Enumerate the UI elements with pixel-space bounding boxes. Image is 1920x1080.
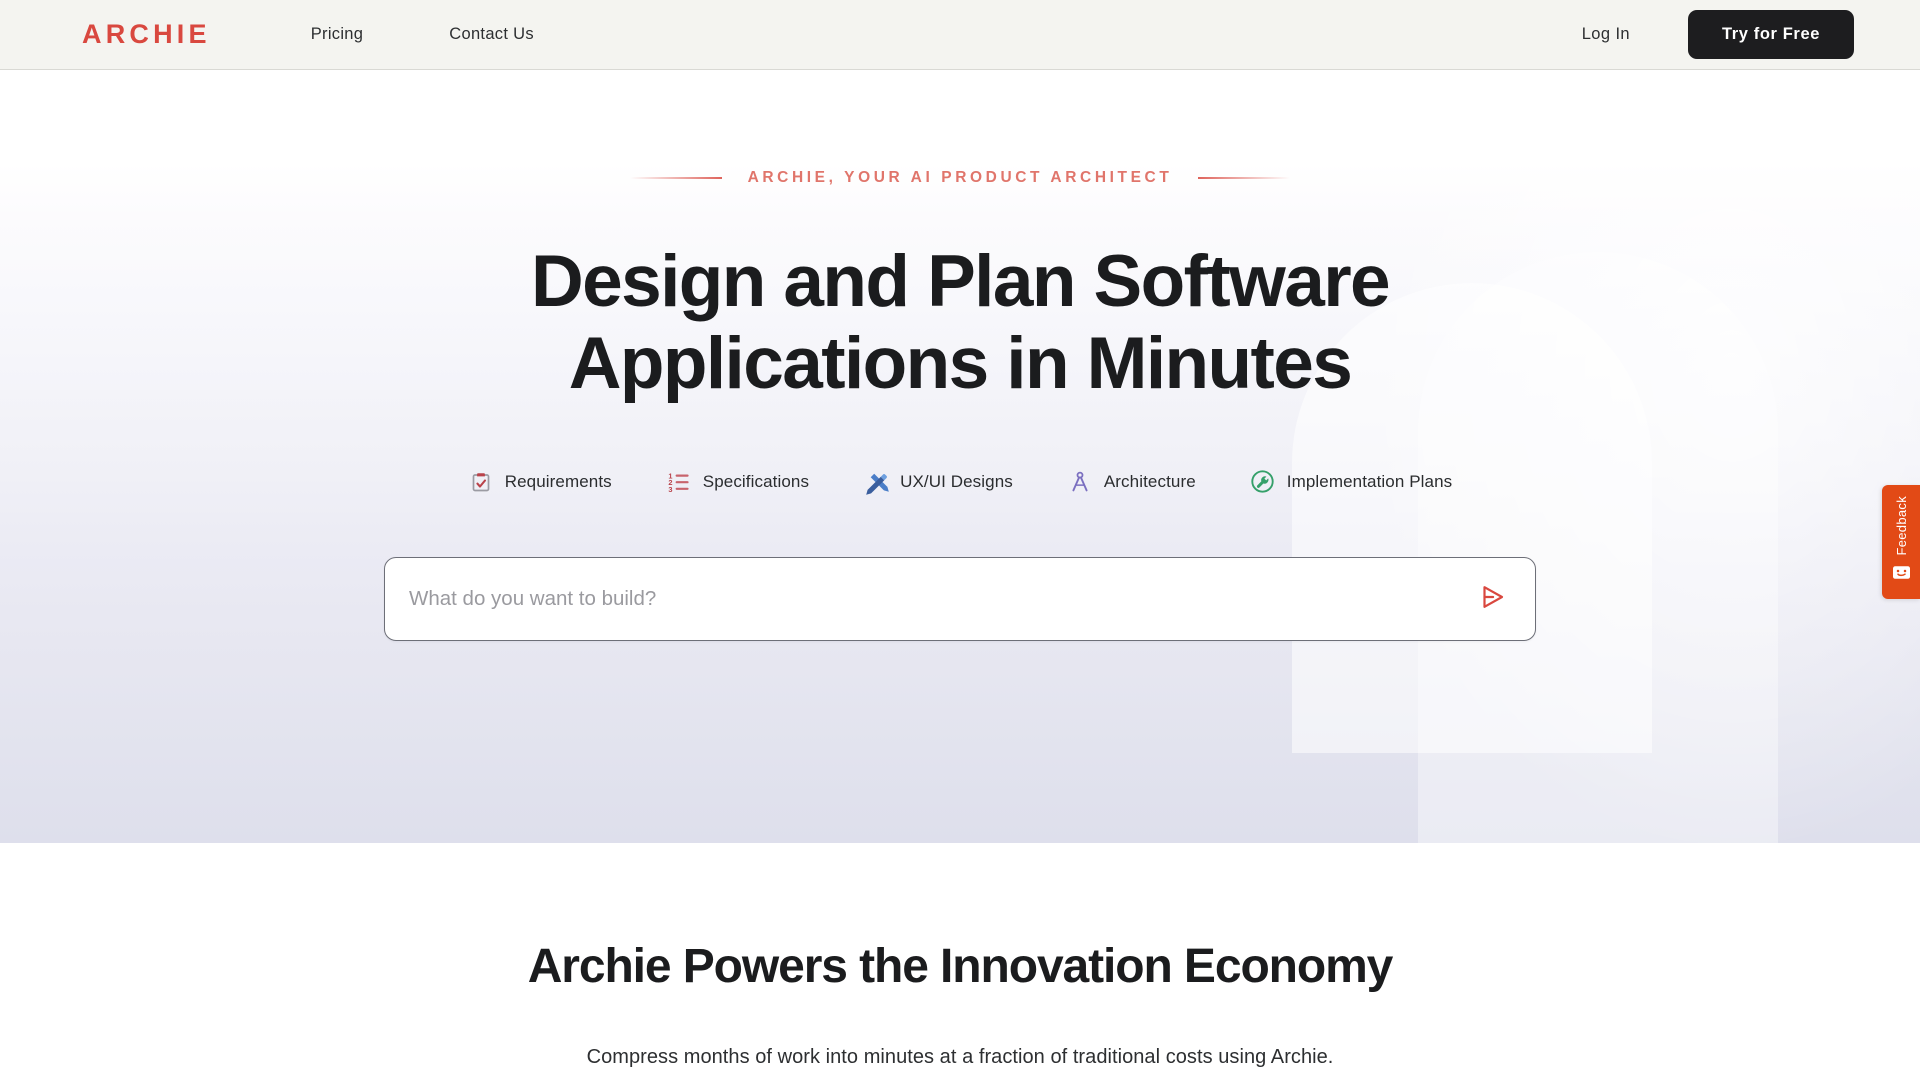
site-header: ARCHIE Pricing Contact Us Log In Try for… — [0, 0, 1920, 70]
feature-requirements: Requirements — [468, 469, 612, 495]
archie-logo[interactable]: ARCHIE — [82, 21, 211, 48]
try-for-free-button[interactable]: Try for Free — [1688, 10, 1854, 59]
clipboard-check-icon — [468, 469, 494, 495]
innovation-economy-section: Archie Powers the Innovation Economy Com… — [0, 843, 1920, 1070]
hero-content: ARCHIE, YOUR AI PRODUCT ARCHITECT Design… — [0, 70, 1920, 641]
feature-label-requirements: Requirements — [504, 471, 612, 491]
feature-list: Requirements 1 2 3 Specifications UX/UI … — [0, 469, 1920, 495]
feature-label-implementation-plans: Implementation Plans — [1286, 471, 1453, 491]
main-navigation: Pricing Contact Us — [311, 25, 534, 44]
feedback-label: Feedback — [1893, 496, 1909, 556]
feature-label-ux-ui-designs: UX/UI Designs — [900, 471, 1013, 491]
hero-section: ARCHIE, YOUR AI PRODUCT ARCHITECT Design… — [0, 70, 1920, 843]
feature-label-specifications: Specifications — [702, 471, 810, 491]
send-arrow-icon — [1477, 582, 1507, 615]
eyebrow-rule-right — [1198, 177, 1291, 179]
hero-eyebrow-text: ARCHIE, YOUR AI PRODUCT ARCHITECT — [747, 169, 1173, 186]
prompt-bar[interactable] — [384, 556, 1536, 641]
header-actions: Log In Try for Free — [1582, 10, 1854, 59]
eyebrow-rule-left — [629, 177, 722, 179]
feature-specifications: 1 2 3 Specifications — [666, 469, 809, 495]
nav-item-pricing[interactable]: Pricing — [311, 25, 364, 44]
wrench-circle-icon — [1250, 469, 1276, 495]
feedback-tab[interactable]: Feedback — [1882, 485, 1920, 599]
log-in-link[interactable]: Log In — [1582, 25, 1630, 44]
smiley-face-icon — [1892, 564, 1911, 580]
numbered-list-icon: 1 2 3 — [666, 469, 692, 495]
headline-line-1: Design and Plan Software — [530, 241, 1391, 322]
compass-icon — [1067, 469, 1093, 495]
feature-ux-ui-designs: UX/UI Designs — [863, 469, 1013, 495]
prompt-input[interactable] — [409, 557, 1471, 640]
feature-label-architecture: Architecture — [1103, 471, 1196, 491]
page-root: ARCHIE Pricing Contact Us Log In Try for… — [0, 0, 1920, 1080]
section-subtitle: Compress months of work into minutes at … — [586, 1046, 1334, 1069]
send-prompt-button[interactable] — [1471, 578, 1513, 620]
feature-implementation-plans: Implementation Plans — [1250, 469, 1452, 495]
feature-architecture: Architecture — [1067, 469, 1196, 495]
pen-ruler-icon — [863, 469, 889, 495]
hero-headline: Design and Plan Software Applications in… — [0, 241, 1920, 405]
svg-text:3: 3 — [668, 484, 672, 493]
headline-line-2: Applications in Minutes — [568, 322, 1353, 404]
nav-item-contact-us[interactable]: Contact Us — [449, 25, 534, 44]
hero-eyebrow: ARCHIE, YOUR AI PRODUCT ARCHITECT — [0, 70, 1920, 187]
section-title: Archie Powers the Innovation Economy — [527, 940, 1394, 993]
